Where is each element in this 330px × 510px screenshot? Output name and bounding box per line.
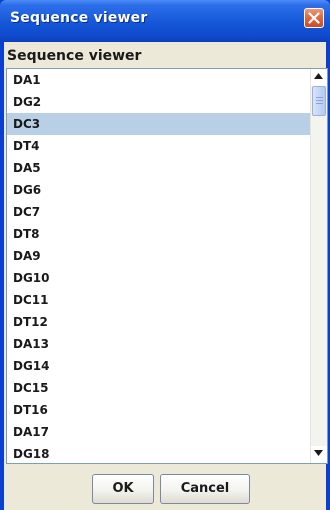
vertical-scrollbar[interactable] bbox=[310, 69, 327, 463]
list-item[interactable]: DA13 bbox=[7, 333, 311, 355]
list-item[interactable]: DA17 bbox=[7, 421, 311, 443]
thumb-grip bbox=[316, 97, 323, 98]
cancel-button[interactable]: Cancel bbox=[160, 474, 250, 504]
list-item[interactable]: DA1 bbox=[7, 69, 311, 91]
arrow-up-icon bbox=[314, 73, 323, 79]
list-item[interactable]: DT16 bbox=[7, 399, 311, 421]
window-title: Sequence viewer bbox=[10, 10, 148, 26]
list-item[interactable]: DC3 bbox=[7, 113, 311, 135]
list-heading: Sequence viewer bbox=[7, 48, 142, 64]
list-item[interactable]: DG14 bbox=[7, 355, 311, 377]
scroll-down-button[interactable] bbox=[311, 446, 327, 463]
list-item[interactable]: DG2 bbox=[7, 91, 311, 113]
list-item[interactable]: DG18 bbox=[7, 443, 311, 463]
list-item[interactable]: DC7 bbox=[7, 201, 311, 223]
dialog-window: Sequence viewer Sequence viewer DA1 DG2 DC… bbox=[0, 0, 330, 510]
list-item[interactable]: DT4 bbox=[7, 135, 311, 157]
list-item[interactable]: DG10 bbox=[7, 267, 311, 289]
list-item[interactable]: DG6 bbox=[7, 179, 311, 201]
sequence-list-items: DA1 DG2 DC3 DT4 DA5 DG6 DC7 DT8 DA9 DG10 DC11 DT12 D… bbox=[7, 69, 311, 463]
scroll-up-button[interactable] bbox=[311, 69, 327, 86]
list-item[interactable]: DT12 bbox=[7, 311, 311, 333]
ok-button[interactable]: OK bbox=[92, 474, 154, 504]
close-button[interactable] bbox=[304, 8, 324, 28]
thumb-grip bbox=[316, 100, 323, 101]
list-item[interactable]: DC11 bbox=[7, 289, 311, 311]
scroll-thumb[interactable] bbox=[312, 86, 326, 116]
list-item[interactable]: DA5 bbox=[7, 157, 311, 179]
list-item[interactable]: DT8 bbox=[7, 223, 311, 245]
arrow-down-icon bbox=[314, 450, 323, 456]
sequence-list[interactable]: DA1 DG2 DC3 DT4 DA5 DG6 DC7 DT8 DA9 DG10 DC11 DT12 D… bbox=[6, 68, 328, 464]
title-bar[interactable]: Sequence viewer bbox=[0, 0, 330, 42]
list-item[interactable]: DC15 bbox=[7, 377, 311, 399]
list-item[interactable]: DA9 bbox=[7, 245, 311, 267]
thumb-grip bbox=[316, 103, 323, 104]
close-icon bbox=[308, 12, 320, 24]
